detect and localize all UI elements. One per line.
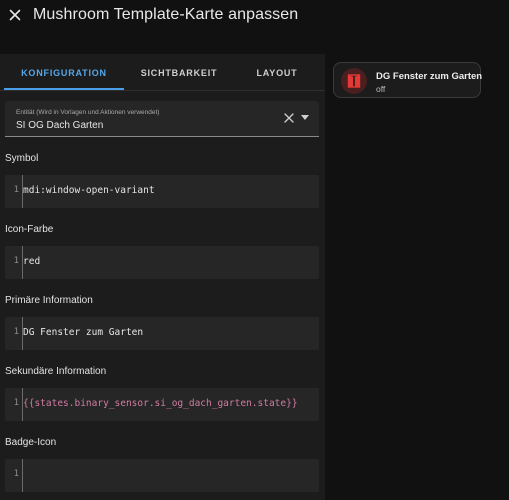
dialog-header: Mushroom Template-Karte anpassen <box>0 0 509 34</box>
editor-gutter: 1 <box>5 388 23 421</box>
card-secondary-text: off <box>376 84 386 94</box>
badge-icon-editor[interactable]: 1 <box>5 459 319 492</box>
close-button[interactable] <box>6 6 24 24</box>
entity-picker[interactable]: Entität (Wird in Vorlagen und Aktionen v… <box>5 101 319 137</box>
symbol-editor[interactable]: 1 mdi:window-open-variant <box>5 175 319 208</box>
line-number: 1 <box>13 398 19 408</box>
entity-picker-label: Entität (Wird in Vorlagen und Aktionen v… <box>16 109 160 116</box>
symbol-code: mdi:window-open-variant <box>23 185 155 196</box>
preview-pane: DG Fenster zum Garten off <box>325 54 509 500</box>
close-icon <box>9 9 21 21</box>
card-icon-badge <box>341 68 367 94</box>
primary-info-code: DG Fenster zum Garten <box>23 327 144 338</box>
symbol-label: Symbol <box>5 153 39 164</box>
secondary-info-editor[interactable]: 1 {{states.binary_sensor.si_og_dach_gart… <box>5 388 319 421</box>
window-open-variant-icon <box>347 74 361 88</box>
icon-color-label: Icon-Farbe <box>5 224 54 235</box>
tab-bar: KONFIGURATION SICHTBARKEIT LAYOUT <box>0 54 325 91</box>
editor-gutter: 1 <box>5 175 23 208</box>
tab-konfiguration[interactable]: KONFIGURATION <box>4 54 124 91</box>
secondary-info-code-wrap: {{states.binary_sensor.si_og_dach_garten… <box>23 398 298 409</box>
icon-color-code: red <box>23 256 41 267</box>
editor-pane: KONFIGURATION SICHTBARKEIT LAYOUT Entitä… <box>0 54 325 500</box>
primary-info-label: Primäre Information <box>5 295 93 306</box>
dialog-title: Mushroom Template-Karte anpassen <box>33 6 299 23</box>
tab-sichtbarkeit[interactable]: SICHTBARKEIT <box>124 54 234 91</box>
line-number: 1 <box>13 327 19 337</box>
line-number: 1 <box>13 185 19 195</box>
line-number: 1 <box>13 469 19 479</box>
caret-down-icon[interactable] <box>301 115 309 121</box>
line-number: 1 <box>13 256 19 266</box>
editor-gutter: 1 <box>5 459 23 492</box>
editor-gutter: 1 <box>5 317 23 350</box>
primary-info-editor[interactable]: 1 DG Fenster zum Garten <box>5 317 319 350</box>
entity-picker-value: SI OG Dach Garten <box>16 120 104 131</box>
secondary-info-code: {{states.binary_sensor.si_og_dach_garten… <box>23 398 298 409</box>
editor-gutter: 1 <box>5 246 23 279</box>
secondary-info-label: Sekundäre Information <box>5 366 107 377</box>
clear-icon[interactable] <box>283 112 295 124</box>
badge-icon-label: Badge-Icon <box>5 437 57 448</box>
tab-layout[interactable]: LAYOUT <box>234 54 320 91</box>
card-primary-text: DG Fenster zum Garten <box>376 71 483 82</box>
active-tab-indicator <box>4 88 124 90</box>
icon-color-editor[interactable]: 1 red <box>5 246 319 279</box>
preview-card[interactable]: DG Fenster zum Garten off <box>333 62 483 98</box>
